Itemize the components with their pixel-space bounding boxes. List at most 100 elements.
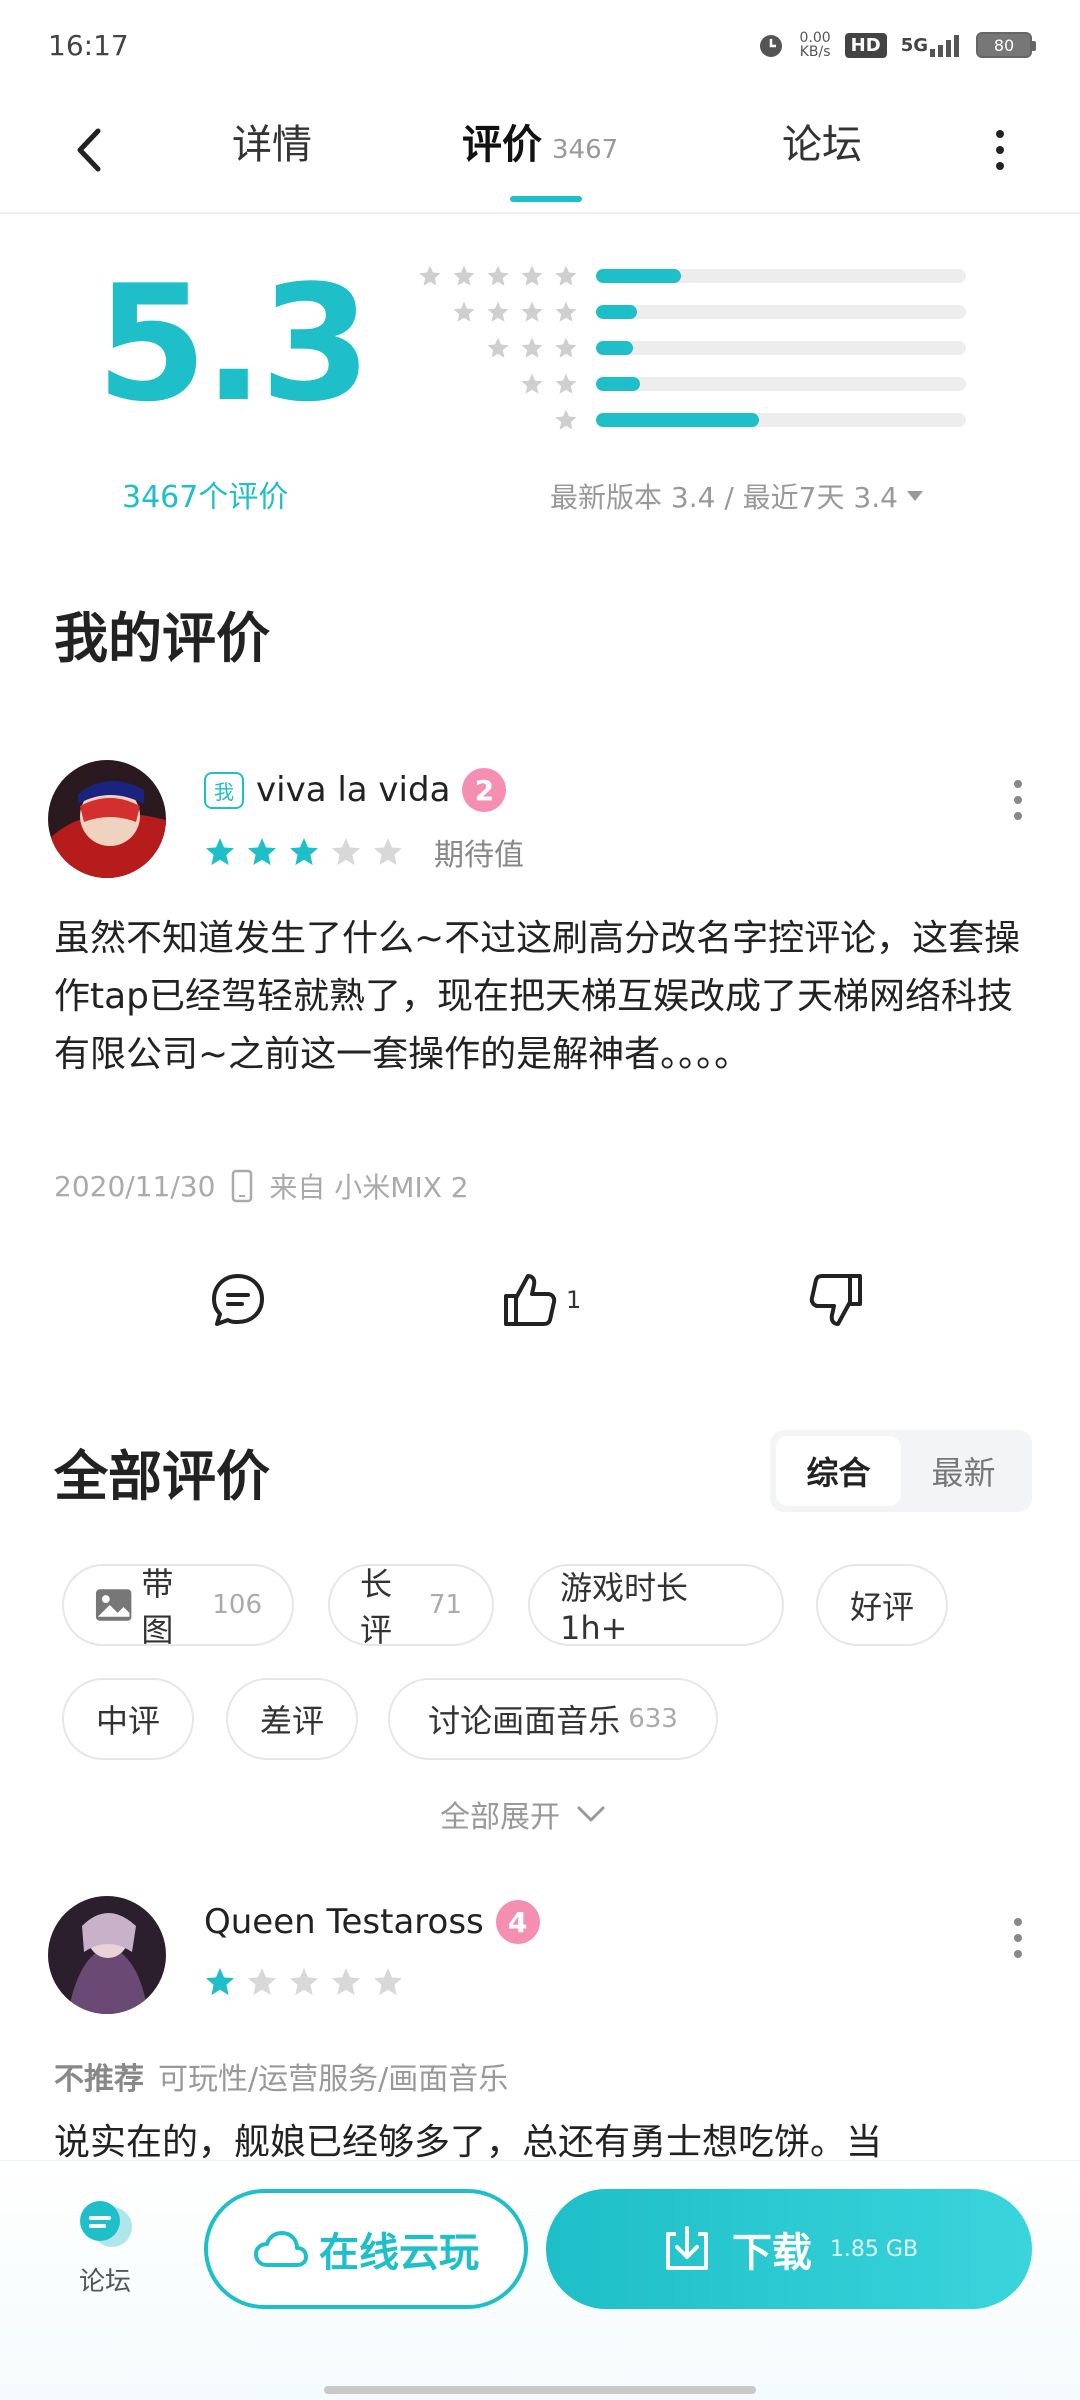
distribution-bar-track (596, 413, 966, 427)
star-empty-icon (290, 1968, 318, 1996)
reviewer-name[interactable]: Queen Testaross (204, 1902, 484, 1942)
review-count: 3467个评价 (122, 480, 289, 515)
distribution-stars (396, 264, 596, 288)
top-navbar: 详情 评价 3467 论坛 (0, 90, 1080, 214)
review-tags: 不推荐 可玩性/运营服务/画面音乐 (54, 2054, 508, 2098)
distribution-row-1-star (396, 402, 996, 438)
download-button[interactable]: 下载 1.85 GB (546, 2189, 1032, 2309)
star-icon (453, 301, 475, 322)
review-more-button[interactable] (1008, 780, 1028, 820)
back-button[interactable] (60, 120, 120, 180)
avatar[interactable] (48, 1896, 166, 2014)
my-review-stars: 期待值 (204, 830, 524, 874)
rating-distribution (396, 258, 996, 438)
phone-icon (232, 1169, 253, 1203)
forum-button[interactable]: 论坛 (60, 2197, 150, 2298)
me-tag: 我 (204, 771, 244, 809)
active-tab-indicator (510, 196, 582, 202)
comment-icon (212, 1274, 264, 1326)
star-icon (521, 301, 543, 322)
review-more-button[interactable] (1008, 1918, 1028, 1958)
my-review-title: 我的评价 (54, 607, 270, 670)
star-icon (453, 265, 475, 286)
star-empty-icon (374, 838, 402, 866)
star-icon (487, 337, 509, 358)
chip-negative[interactable]: 差评 (226, 1678, 358, 1760)
star-empty-icon (332, 1968, 360, 1996)
rating-summary: 5.3 3467个评价 最新版本 3.4 / 最近7天 3.4 (0, 214, 1080, 534)
star-icon (419, 265, 441, 286)
star-icon (521, 265, 543, 286)
dislike-button[interactable] (806, 1270, 866, 1330)
chevron-left-icon (77, 128, 101, 172)
distribution-bar-track (596, 377, 966, 391)
tab-forum[interactable]: 论坛 (782, 112, 862, 170)
cloud-play-button[interactable]: 在线云玩 (204, 2189, 528, 2309)
distribution-bar-track (596, 305, 966, 319)
level-badge: 2 (462, 768, 507, 812)
distribution-row-5-star (396, 258, 996, 294)
comment-button[interactable] (208, 1270, 268, 1330)
download-icon (665, 2226, 708, 2270)
version-filter[interactable]: 最新版本 3.4 / 最近7天 3.4 (550, 476, 924, 516)
avatar[interactable] (48, 760, 166, 878)
status-icons: 0.00 KB/s HD 5G 80 (756, 30, 1036, 60)
chip-long-review[interactable]: 长评 71 (328, 1564, 494, 1649)
review-date: 2020/11/30 (54, 1169, 216, 1203)
thumbs-down-icon (809, 1274, 862, 1326)
star-icon (555, 373, 577, 394)
more-options-button[interactable] (980, 120, 1020, 180)
net-speed: 0.00 KB/s (799, 30, 831, 60)
review-stars (204, 1966, 404, 1998)
chevron-down-icon (577, 1806, 605, 1822)
star-empty-icon (332, 838, 360, 866)
distribution-bar-fill (596, 305, 637, 319)
thumbs-up-icon (504, 1274, 557, 1326)
chip-positive[interactable]: 好评 (816, 1564, 948, 1646)
reviewer-name[interactable]: viva la vida (256, 770, 450, 810)
star-filled-icon (248, 838, 276, 866)
star-empty-icon (248, 1968, 276, 1996)
distribution-stars (396, 372, 596, 396)
chip-playtime[interactable]: 游戏时长 1h+ (528, 1564, 784, 1647)
chip-with-image[interactable]: 带图 106 (62, 1564, 294, 1649)
my-review-card: 我 viva la vida 2 期待值 虽然不知道发生了什么~不过这刷高分改名… (0, 760, 1080, 1400)
not-recommended-tag: 不推荐 (54, 2062, 144, 2097)
review-device: 来自 小米MIX 2 (269, 1171, 469, 1204)
sort-segmented-control: 综合 最新 (770, 1430, 1032, 1512)
download-size: 1.85 GB (829, 2236, 919, 2262)
distribution-bar-fill (596, 341, 633, 355)
tab-details[interactable]: 详情 (232, 112, 312, 170)
distribution-stars (396, 300, 596, 324)
forum-chat-icon (80, 2201, 132, 2247)
tab-reviews-count: 3467 (552, 135, 619, 165)
sort-option-comprehensive[interactable]: 综合 (776, 1436, 901, 1506)
distribution-bar-fill (596, 413, 759, 427)
star-icon (555, 337, 577, 358)
star-filled-icon (206, 1968, 234, 1996)
bottom-action-bar: 论坛 在线云玩 下载 1.85 GB (0, 2160, 1080, 2400)
reviewer-name-row: 我 viva la vida 2 (204, 768, 507, 812)
like-count: 1 (566, 1286, 582, 1314)
home-indicator (324, 2386, 756, 2394)
distribution-bar-fill (596, 269, 682, 283)
chip-graphics-music[interactable]: 讨论画面音乐 633 (388, 1678, 718, 1760)
distribution-row-2-star (396, 366, 996, 402)
distribution-row-4-star (396, 294, 996, 330)
status-bar: 16:17 0.00 KB/s HD 5G 80 (0, 0, 1080, 90)
star-icon (521, 337, 543, 358)
sort-option-latest[interactable]: 最新 (901, 1436, 1026, 1506)
star-empty-icon (374, 1968, 402, 1996)
tab-reviews[interactable]: 评价 3467 (462, 112, 618, 170)
expand-all-button[interactable]: 全部展开 (440, 1792, 606, 1836)
all-reviews-title: 全部评价 (54, 1445, 270, 1508)
star-icon (555, 265, 577, 286)
reviewer-name-row: Queen Testaross 4 (204, 1900, 540, 1944)
caret-down-icon (906, 491, 923, 501)
review-aspects: 可玩性/运营服务/画面音乐 (158, 2062, 509, 2097)
chip-neutral[interactable]: 中评 (62, 1678, 194, 1760)
star-icon (487, 301, 509, 322)
review-meta: 2020/11/30 来自 小米MIX 2 (54, 1166, 469, 1206)
like-button[interactable]: 1 (500, 1270, 581, 1330)
review-text: 虽然不知道发生了什么~不过这刷高分改名字控评论，这套操作tap已经驾轻就熟了，现… (54, 918, 1021, 1075)
